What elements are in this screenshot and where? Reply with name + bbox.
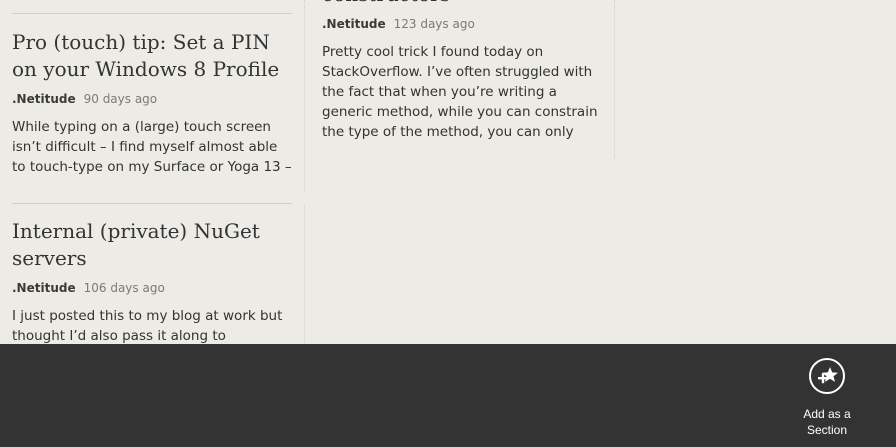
article-card-nuget[interactable]: Internal (private) NuGet servers .Netitu… <box>12 218 294 346</box>
article-meta: .Netitude 106 days ago <box>12 280 294 296</box>
article-excerpt: I just posted this to my blog at work bu… <box>12 308 283 344</box>
article-age: 123 days ago <box>393 17 475 31</box>
article-card-pin-tip[interactable]: Pro (touch) tip: Set a PIN on your Windo… <box>12 29 294 177</box>
article-title[interactable]: Internal (private) NuGet servers <box>12 218 294 272</box>
article-age: 90 days ago <box>83 92 158 106</box>
article-source: .Netitude <box>12 92 76 106</box>
article-meta: .Netitude 90 days ago <box>12 91 294 107</box>
article-title[interactable]: constructors <box>322 0 606 8</box>
column-separator <box>304 0 305 192</box>
article-excerpt: Pretty cool trick I found today on Stack… <box>322 44 598 140</box>
article-excerpt: While typing on a (large) touch screen i… <box>12 119 292 175</box>
article-title[interactable]: Pro (touch) tip: Set a PIN on your Windo… <box>12 29 294 83</box>
article-meta: .Netitude 123 days ago <box>322 16 606 32</box>
column-separator <box>614 0 615 158</box>
article-age: 106 days ago <box>83 281 165 295</box>
add-as-section-button[interactable]: Add as a Section <box>794 358 860 438</box>
article-divider <box>12 13 292 14</box>
article-divider <box>12 203 292 204</box>
article-source: .Netitude <box>322 17 386 31</box>
app-bar: Add as a Section <box>0 344 896 447</box>
article-source: .Netitude <box>12 281 76 295</box>
column-separator <box>304 205 305 344</box>
article-card-constructors[interactable]: constructors .Netitude 123 days ago Prett… <box>322 0 606 142</box>
add-as-section-label: Add as a Section <box>803 407 851 437</box>
add-star-icon <box>809 358 845 394</box>
